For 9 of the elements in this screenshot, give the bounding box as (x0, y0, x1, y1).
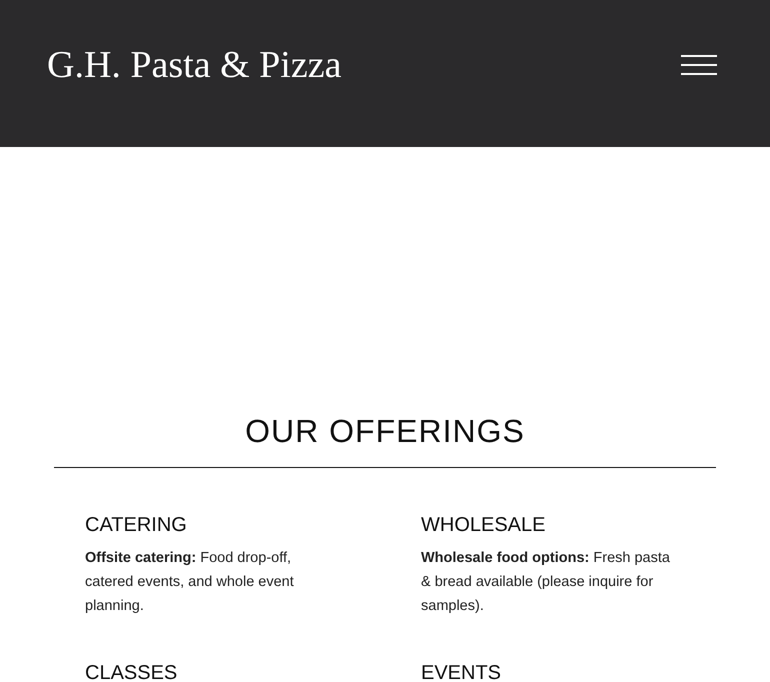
offering-heading: EVENTS (421, 662, 502, 682)
section-title: OUR OFFERINGS (244, 415, 526, 447)
offering-heading: CLASSES (85, 662, 178, 682)
logo[interactable]: G.H. Pasta & Pizza (47, 46, 342, 84)
offering-heading: CATERING (85, 514, 188, 536)
offering-description: Wholesale food options: Fresh pasta & bread available (please inquire for samples). (421, 549, 671, 616)
menu-icon[interactable] (681, 54, 717, 76)
offering-heading: WHOLESALE (421, 514, 546, 536)
offering-description: Offsite catering: Food drop-off, catered events, and whole event planning. (85, 549, 295, 616)
